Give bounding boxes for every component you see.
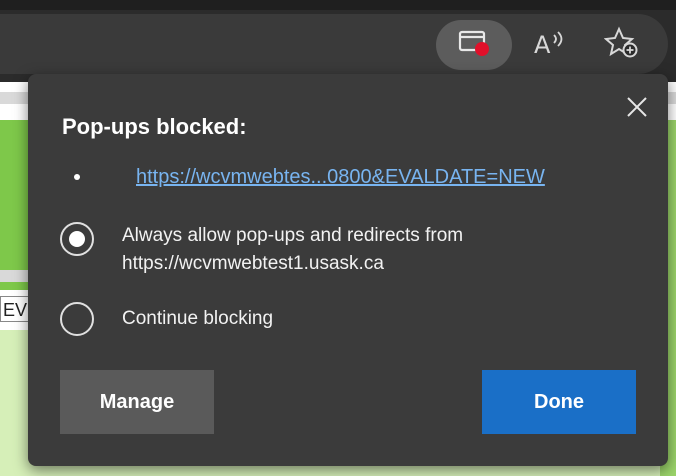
popups-blocked-flyout: Pop-ups blocked: https://wcvmwebtes...08… [28,74,668,466]
add-favorite-button[interactable] [596,20,648,70]
list-bullet [74,174,80,180]
always-allow-radio[interactable] [60,222,94,256]
read-aloud-icon: A [530,27,570,64]
always-allow-option[interactable]: Always allow pop-ups and redirects from … [60,222,622,278]
always-allow-label: Always allow pop-ups and redirects from … [122,222,622,278]
continue-blocking-radio[interactable] [60,302,94,336]
manage-button[interactable]: Manage [60,370,214,434]
blocked-popup-link[interactable]: https://wcvmwebtes...0800&EVALDATE=NEW [136,166,545,189]
flyout-title: Pop-ups blocked: [62,114,247,139]
popup-blocked-icon [457,28,491,63]
always-allow-label-line2: https://wcvmwebtest1.usask.ca [122,253,384,274]
svg-text:A: A [534,31,551,59]
page-edge-text: EV [0,296,30,322]
close-icon [625,95,649,124]
read-aloud-button[interactable]: A [524,20,576,70]
done-button[interactable]: Done [482,370,636,434]
browser-toolbar: A [0,0,676,82]
continue-blocking-label: Continue blocking [122,308,274,329]
radio-selected-dot [69,231,85,247]
add-favorite-icon [603,26,640,65]
continue-blocking-option[interactable]: Continue blocking [60,302,622,336]
close-button[interactable] [620,92,654,126]
always-allow-label-line1: Always allow pop-ups and redirects from [122,225,464,246]
popup-blocked-button[interactable] [436,20,512,70]
tab-strip [0,0,676,10]
